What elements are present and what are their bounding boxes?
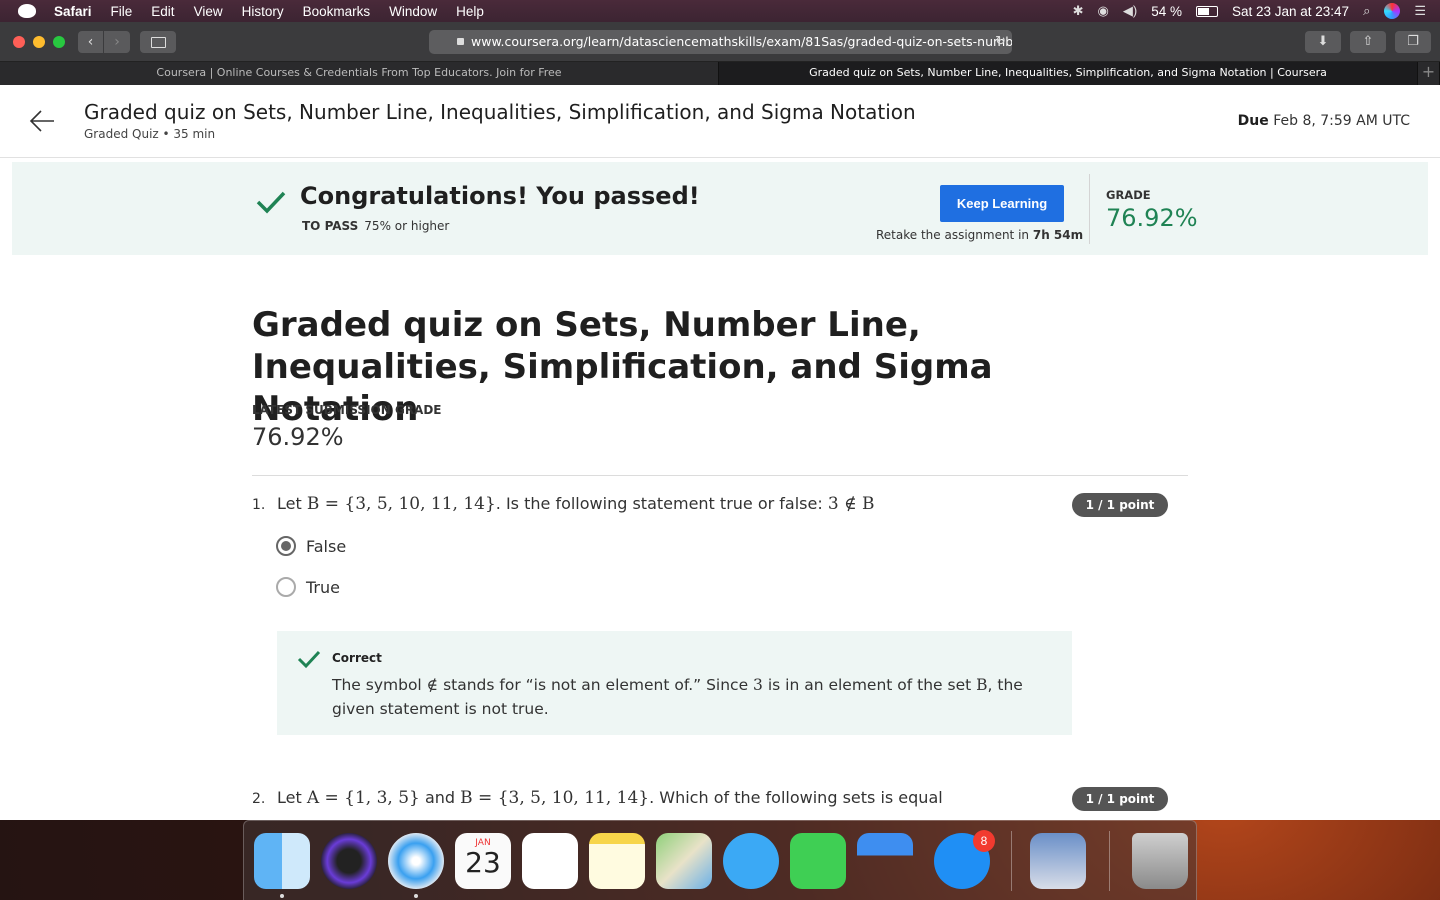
apple-icon[interactable]: [18, 4, 36, 18]
tab-overview-button[interactable]: ❐: [1395, 31, 1431, 53]
latest-grade-label: LATEST SUBMISSION GRADE: [252, 403, 442, 417]
option-label: True: [306, 577, 340, 597]
web-page: Graded quiz on Sets, Number Line, Inequa…: [0, 85, 1440, 820]
quiz-header: Graded quiz on Sets, Number Line, Inequa…: [0, 85, 1440, 158]
volume-icon[interactable]: ◀): [1123, 3, 1137, 19]
menu-clock[interactable]: Sat 23 Jan at 23:47: [1232, 4, 1349, 19]
running-indicator: [414, 894, 418, 898]
banner-divider: [1089, 174, 1090, 244]
back-arrow-icon[interactable]: [28, 107, 56, 135]
reminders-icon[interactable]: [522, 833, 578, 889]
battery-percent: 54 %: [1151, 3, 1182, 19]
feedback-box: Correct The symbol ∉ stands for “is not …: [277, 631, 1072, 735]
radio-selected[interactable]: [276, 536, 296, 556]
notification-center-icon[interactable]: ☰: [1414, 3, 1426, 19]
menu-help[interactable]: Help: [456, 4, 484, 19]
bluetooth-icon[interactable]: ✱: [1073, 3, 1084, 19]
menu-history[interactable]: History: [242, 4, 284, 19]
maps-icon[interactable]: [656, 833, 712, 889]
dock: JAN 23 8: [243, 820, 1197, 900]
check-icon: [297, 650, 321, 669]
reload-icon[interactable]: ↻: [995, 30, 1006, 54]
option-label: False: [306, 536, 347, 556]
menu-view[interactable]: View: [194, 4, 223, 19]
lock-icon: [457, 38, 464, 45]
question-number: 2.: [252, 791, 266, 807]
address-bar[interactable]: www.coursera.org/learn/datasciencemathsk…: [429, 30, 1012, 54]
pass-threshold: TO PASS 75% or higher: [302, 219, 450, 233]
browser-toolbar: ‹ › www.coursera.org/learn/datasciencema…: [0, 22, 1440, 62]
menu-window[interactable]: Window: [389, 4, 437, 19]
finder-icon[interactable]: [254, 833, 310, 889]
header-title: Graded quiz on Sets, Number Line, Inequa…: [84, 100, 916, 124]
facetime-icon[interactable]: [790, 833, 846, 889]
header-subtitle: Graded Quiz • 35 min: [84, 127, 216, 141]
grade-value: 76.92%: [1106, 204, 1198, 232]
menu-edit[interactable]: Edit: [151, 4, 174, 19]
menu-file[interactable]: File: [111, 4, 133, 19]
share-button[interactable]: ⇧: [1350, 31, 1386, 53]
due-date: Due Feb 8, 7:59 AM UTC: [1237, 113, 1410, 129]
siri-menu-icon[interactable]: [1384, 3, 1401, 19]
grade-label: GRADE: [1106, 188, 1151, 202]
app-store-badge: 8: [973, 830, 995, 852]
menu-app-safari[interactable]: Safari: [54, 4, 92, 19]
dock-separator: [1011, 831, 1012, 891]
latest-grade-value: 76.92%: [252, 423, 344, 451]
tab-coursera-home[interactable]: Coursera | Online Courses & Credentials …: [0, 62, 719, 85]
question-number: 1.: [252, 497, 266, 513]
siri-icon[interactable]: [321, 833, 377, 889]
calendar-day: 23: [465, 846, 501, 879]
check-icon: [256, 191, 286, 214]
points-badge: 1 / 1 point: [1072, 493, 1168, 517]
trash-icon[interactable]: [1132, 833, 1188, 889]
menu-bar: Safari File Edit View History Bookmarks …: [0, 0, 1440, 22]
sidebar-toggle-button[interactable]: [140, 31, 176, 53]
keep-learning-button[interactable]: Keep Learning: [940, 185, 1064, 222]
downloads-button[interactable]: ⬇: [1305, 31, 1341, 53]
tab-graded-quiz[interactable]: Graded quiz on Sets, Number Line, Inequa…: [719, 62, 1418, 85]
new-tab-button[interactable]: +: [1418, 62, 1440, 85]
notes-icon[interactable]: [589, 833, 645, 889]
feedback-label: Correct: [332, 651, 382, 665]
keynote-icon[interactable]: [857, 833, 913, 889]
messages-icon[interactable]: [723, 833, 779, 889]
option-true[interactable]: True: [276, 577, 340, 597]
question-2-text: Let A = {1, 3, 5} and B = {3, 5, 10, 11,…: [277, 788, 943, 808]
dock-separator: [1109, 831, 1110, 891]
tab-bar: Coursera | Online Courses & Credentials …: [0, 62, 1440, 85]
running-indicator: [280, 894, 284, 898]
url-text: www.coursera.org/learn/datasciencemathsk…: [471, 34, 1012, 49]
wifi-icon[interactable]: ◉: [1098, 3, 1109, 19]
zoom-window-button[interactable]: [53, 36, 65, 48]
safari-icon[interactable]: [388, 833, 444, 889]
divider: [252, 475, 1188, 476]
close-window-button[interactable]: [13, 36, 25, 48]
minimize-window-button[interactable]: [33, 36, 45, 48]
battery-icon[interactable]: [1195, 5, 1218, 17]
calendar-icon[interactable]: JAN 23: [455, 833, 511, 889]
feedback-text: The symbol ∉ stands for “is not an eleme…: [332, 676, 1023, 718]
menu-bookmarks[interactable]: Bookmarks: [303, 4, 371, 19]
retake-info: Retake the assignment in 7h 54m: [876, 228, 1084, 242]
spotlight-icon[interactable]: ⌕: [1363, 3, 1370, 19]
pass-banner: Congratulations! You passed! TO PASS 75% …: [12, 162, 1428, 255]
pass-message: Congratulations! You passed!: [300, 182, 700, 210]
points-badge: 1 / 1 point: [1072, 787, 1168, 811]
option-false[interactable]: False: [276, 536, 346, 556]
forward-button[interactable]: ›: [104, 31, 130, 53]
back-button[interactable]: ‹: [78, 31, 104, 53]
radio-unselected[interactable]: [276, 577, 296, 597]
window-controls: [13, 36, 65, 48]
question-1-text: Let B = {3, 5, 10, 11, 14}. Is the follo…: [277, 494, 875, 514]
preview-icon[interactable]: [1030, 833, 1086, 889]
